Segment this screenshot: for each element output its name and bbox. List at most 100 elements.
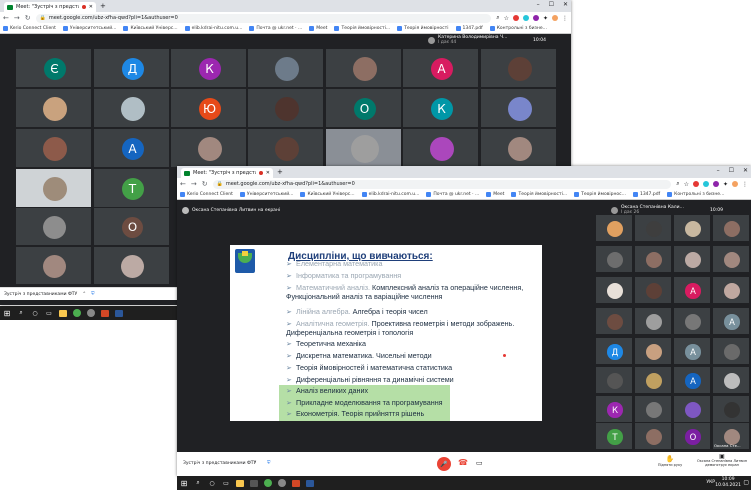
menu-icon[interactable]: ⋮ [742, 181, 748, 188]
participant-tile[interactable]: Є [15, 48, 92, 88]
store-icon[interactable] [247, 476, 261, 490]
participant-tile[interactable] [673, 307, 711, 335]
reload-icon[interactable]: ↻ [202, 180, 208, 188]
minimize-icon[interactable]: – [717, 167, 720, 174]
task-view-icon[interactable]: ○ [205, 476, 219, 490]
participant-tile[interactable] [170, 128, 247, 168]
participant-tile[interactable] [15, 246, 92, 285]
participant-tile[interactable] [634, 337, 672, 365]
windows-start-icon[interactable]: ⊞ [0, 306, 14, 320]
bookmark-item[interactable]: Теорія ймовірності... [511, 192, 567, 197]
participant-tile[interactable] [595, 245, 633, 273]
bookmark-item[interactable]: Почта @ ukr.net · ... [426, 192, 479, 197]
tab-meet[interactable]: Meet: "Зустріч з представн… ✕ [181, 168, 273, 178]
participant-tile[interactable] [247, 88, 324, 128]
app-icon[interactable] [275, 476, 289, 490]
forward-icon[interactable]: → [191, 180, 197, 188]
bookmark-item[interactable]: Meet [309, 26, 327, 31]
participant-tile[interactable] [634, 366, 672, 394]
back-icon[interactable]: ← [3, 14, 9, 22]
close-tab-icon[interactable]: ✕ [89, 4, 93, 10]
bookmark-item[interactable]: Почта @ ukr.net · ... [249, 26, 302, 31]
reload-icon[interactable]: ↻ [25, 14, 31, 22]
search-icon[interactable]: ⌕ [14, 306, 28, 320]
participant-tile[interactable] [325, 48, 402, 88]
close-window-icon[interactable]: ✕ [563, 1, 568, 8]
hang-up-button[interactable]: ☎ [458, 458, 468, 467]
bookmark-item[interactable]: Kerio Connect Client [180, 192, 233, 197]
windows-start-icon[interactable]: ⊞ [177, 476, 191, 490]
maximize-icon[interactable]: ☐ [549, 1, 554, 8]
bookmark-item[interactable]: elib.kdrai-nitu.com.u... [361, 192, 419, 197]
participant-tile[interactable]: А [93, 128, 170, 168]
participant-tile[interactable]: Ю [170, 88, 247, 128]
new-tab-icon[interactable]: + [277, 168, 283, 176]
participant-tile[interactable]: А [673, 337, 711, 365]
participant-tile[interactable] [15, 88, 92, 128]
explorer-icon[interactable] [56, 306, 70, 320]
chrome-icon[interactable] [261, 476, 275, 490]
search-icon[interactable]: ⌕ [676, 180, 679, 188]
participant-tile[interactable] [247, 48, 324, 88]
powerpoint-icon[interactable] [289, 476, 303, 490]
new-tab-icon[interactable]: + [100, 2, 106, 10]
participant-tile[interactable] [595, 214, 633, 242]
participant-tile[interactable] [673, 214, 711, 242]
participant-tile[interactable] [634, 395, 672, 423]
participant-tile[interactable] [15, 168, 92, 208]
bookmark-item[interactable]: Теорія ймовірності [397, 26, 449, 31]
participant-tile[interactable] [673, 245, 711, 273]
bookmark-item[interactable]: Контрольні з бизне... [489, 26, 547, 31]
powerpoint-icon[interactable] [98, 306, 112, 320]
participant-tile[interactable] [634, 214, 672, 242]
presenting-button[interactable]: ▣ Оксана Степанівна Литвин демонструє ек… [695, 454, 749, 468]
participant-tile[interactable] [15, 207, 92, 246]
bookmark-item[interactable]: Університетський... [62, 26, 116, 31]
participant-tile[interactable]: Д [595, 337, 633, 365]
participant-tile[interactable]: А [673, 366, 711, 394]
participant-tile[interactable] [595, 276, 633, 304]
app-icon[interactable] [84, 306, 98, 320]
tab-meet[interactable]: Meet: "Зустріч з представн… ✕ [4, 2, 96, 12]
search-icon[interactable]: ⌕ [191, 476, 205, 490]
bookmark-item[interactable]: elib.kdrai-nitu.com.u... [184, 26, 242, 31]
participant-tile[interactable]: К [595, 395, 633, 423]
participant-tile[interactable] [595, 366, 633, 394]
participant-tile[interactable]: Д [93, 48, 170, 88]
bookmark-item[interactable]: Kerio Connect Client [3, 26, 56, 31]
address-input[interactable]: 🔒 meet.google.com/ubz-xfha-qwd?pli=1&aut… [212, 179, 672, 189]
participant-tile[interactable] [93, 88, 170, 128]
chrome-icon[interactable] [70, 306, 84, 320]
extension-red-icon[interactable] [512, 15, 519, 21]
participant-tile[interactable] [480, 48, 557, 88]
participant-tile[interactable] [15, 128, 92, 168]
bookmark-item[interactable]: Контрольні з бизне... [667, 192, 724, 197]
puzzle-icon[interactable]: ✦ [723, 181, 728, 188]
participant-tile[interactable] [480, 88, 557, 128]
close-window-icon[interactable]: ✕ [743, 167, 748, 174]
task-view-icon[interactable]: ○ [28, 306, 42, 320]
participant-tile[interactable]: О [93, 207, 170, 246]
taskview-icon[interactable]: ▭ [219, 476, 233, 490]
participant-tile[interactable] [673, 395, 711, 423]
extension-cyan-icon[interactable] [522, 15, 529, 21]
participant-tile[interactable]: О [673, 422, 711, 450]
address-input[interactable]: 🔒 meet.google.com/ubz-xfha-qwd?pli=1&aut… [35, 13, 492, 23]
participant-tile[interactable] [634, 307, 672, 335]
participant-tile[interactable]: О [325, 88, 402, 128]
forward-icon[interactable]: → [14, 14, 20, 22]
puzzle-icon[interactable]: ✦ [543, 15, 548, 22]
chevron-up-icon[interactable]: ⌃ [253, 461, 257, 466]
raise-hand-button[interactable]: ✋ Підняти руку [655, 455, 685, 467]
search-icon[interactable]: ⌕ [496, 14, 499, 22]
participant-tile[interactable]: А [402, 48, 479, 88]
notifications-icon[interactable]: ▢ [743, 479, 749, 486]
participant-tile[interactable] [480, 128, 557, 168]
bookmark-item[interactable]: Київський Універс... [123, 26, 178, 31]
extension-purple-icon[interactable] [712, 181, 719, 187]
participant-tile[interactable]: Т [595, 422, 633, 450]
profile-avatar[interactable] [732, 181, 738, 187]
participant-tile[interactable] [712, 366, 750, 394]
word-icon[interactable] [303, 476, 317, 490]
bookmark-item[interactable]: 1347.pdf [632, 192, 660, 197]
